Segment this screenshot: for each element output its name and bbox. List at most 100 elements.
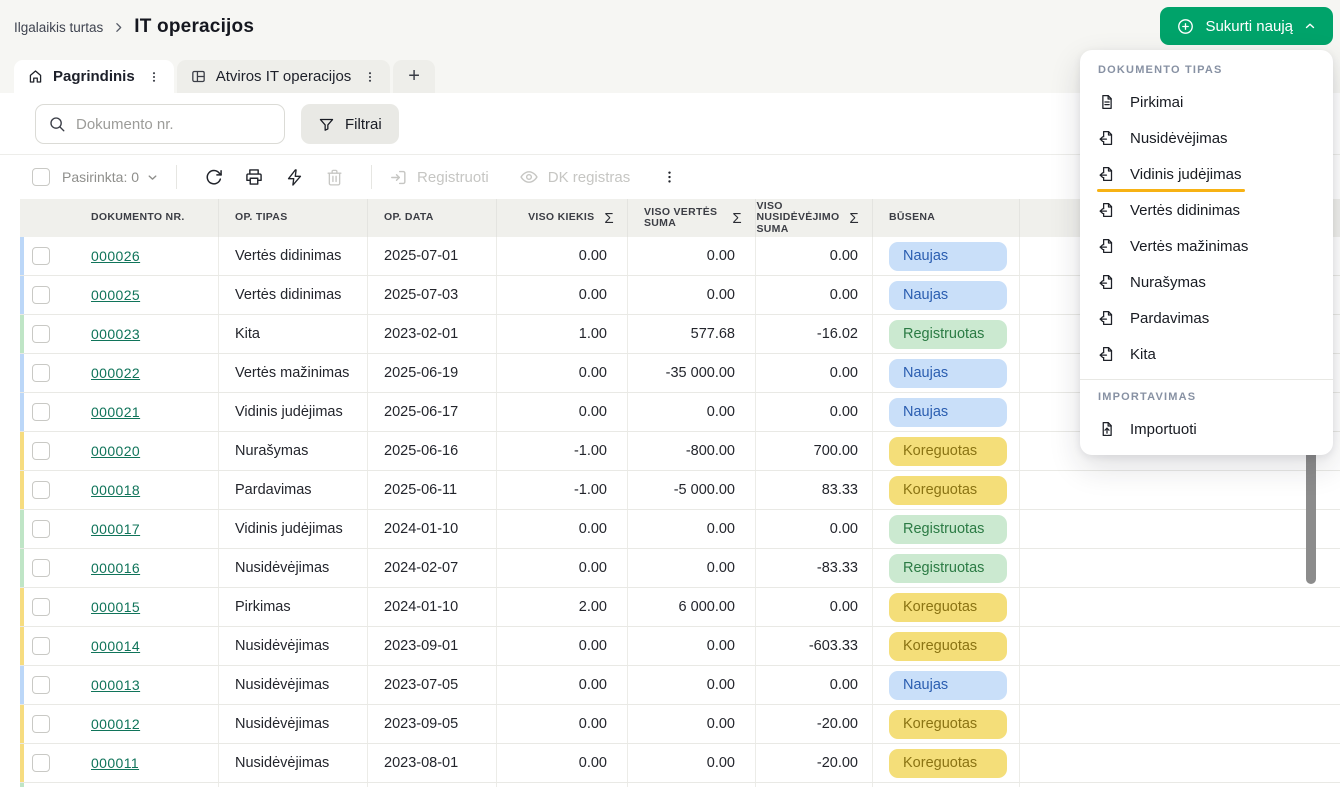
empty-cell bbox=[1020, 666, 1340, 704]
search-input[interactable] bbox=[76, 116, 272, 133]
row-checkbox[interactable] bbox=[32, 481, 50, 499]
row-checkbox[interactable] bbox=[32, 637, 50, 655]
document-link[interactable]: 000026 bbox=[91, 248, 140, 264]
depreciation-cell: -83.33 bbox=[756, 549, 873, 587]
refresh-button[interactable] bbox=[194, 161, 234, 193]
date-cell: 2023-08-01 bbox=[368, 744, 497, 782]
status-cell: Koreguotas bbox=[873, 588, 1020, 626]
document-link[interactable]: 000011 bbox=[91, 755, 139, 771]
delete-button[interactable] bbox=[314, 161, 354, 193]
status-badge: Registruotas bbox=[889, 320, 1007, 349]
select-all-checkbox[interactable] bbox=[32, 168, 50, 186]
row-checkbox[interactable] bbox=[32, 676, 50, 694]
row-checkbox[interactable] bbox=[32, 754, 50, 772]
row-checkbox[interactable] bbox=[32, 247, 50, 265]
menu-item[interactable]: Pirkimai bbox=[1080, 84, 1333, 120]
status-strip bbox=[20, 237, 24, 275]
depreciation-cell: 0.00 bbox=[756, 237, 873, 275]
filter-button[interactable]: Filtrai bbox=[301, 104, 399, 144]
column-header-qty[interactable]: VISO KIEKISΣ bbox=[497, 199, 628, 237]
document-link[interactable]: 000015 bbox=[91, 599, 140, 615]
document-link[interactable]: 000017 bbox=[91, 521, 140, 537]
value-cell: 0.00 bbox=[628, 627, 756, 665]
checkbox-cell bbox=[20, 315, 75, 353]
breadcrumb-parent-link[interactable]: Ilgalaikis turtas bbox=[14, 20, 103, 35]
register-button[interactable]: Registruoti bbox=[389, 168, 489, 187]
qty-cell: 2.00 bbox=[497, 588, 628, 626]
table-row: 000018 Pardavimas 2025-06-11 -1.00 -5 00… bbox=[20, 471, 1340, 510]
menu-item[interactable]: Vertės mažinimas bbox=[1080, 228, 1333, 264]
column-header-depreciation[interactable]: VISO NUSIDĖVĖJIMO SUMAΣ bbox=[756, 199, 873, 237]
sum-icon[interactable]: Σ bbox=[849, 210, 859, 227]
sum-icon[interactable]: Σ bbox=[604, 210, 614, 227]
lightning-button[interactable] bbox=[274, 161, 314, 193]
document-link[interactable]: 000022 bbox=[91, 365, 140, 381]
document-link[interactable]: 000016 bbox=[91, 560, 140, 576]
document-cell: 000018 bbox=[75, 471, 219, 509]
document-link[interactable]: 000012 bbox=[91, 716, 140, 732]
type-cell: Vidinis judėjimas bbox=[219, 510, 368, 548]
document-link[interactable]: 000020 bbox=[91, 443, 140, 459]
column-header-value[interactable]: VISO VERTĖS SUMAΣ bbox=[628, 199, 756, 237]
filter-funnel-icon bbox=[318, 116, 335, 133]
row-checkbox[interactable] bbox=[32, 325, 50, 343]
depreciation-cell: 0.00 bbox=[756, 276, 873, 314]
row-checkbox[interactable] bbox=[32, 520, 50, 538]
row-checkbox[interactable] bbox=[32, 364, 50, 382]
menu-section-label: IMPORTAVIMAS bbox=[1080, 389, 1333, 403]
document-link[interactable]: 000018 bbox=[91, 482, 140, 498]
column-header-document[interactable]: DOKUMENTO NR. bbox=[75, 199, 219, 237]
menu-item[interactable]: Kita bbox=[1080, 336, 1333, 372]
tab-pagrindinis[interactable]: Pagrindinis bbox=[14, 60, 174, 93]
column-header-status[interactable]: BŪSENA bbox=[873, 199, 1020, 237]
tab-menu-kebab-icon[interactable] bbox=[144, 69, 164, 85]
row-checkbox[interactable] bbox=[32, 559, 50, 577]
date-cell: 2025-06-11 bbox=[368, 471, 497, 509]
toolbar-kebab-icon[interactable] bbox=[662, 168, 677, 186]
menu-item[interactable]: Vertės didinimas bbox=[1080, 192, 1333, 228]
tab-menu-kebab-icon[interactable] bbox=[360, 69, 380, 85]
chevron-down-icon[interactable] bbox=[146, 171, 159, 184]
type-cell: Pirkimas bbox=[219, 588, 368, 626]
type-cell bbox=[219, 783, 368, 787]
document-cell: 000017 bbox=[75, 510, 219, 548]
table-row: 000014 Nusidėvėjimas 2023-09-01 0.00 0.0… bbox=[20, 627, 1340, 666]
status-cell: Koreguotas bbox=[873, 432, 1020, 470]
document-link[interactable]: 000025 bbox=[91, 287, 140, 303]
document-cell: 000014 bbox=[75, 627, 219, 665]
selected-count-label[interactable]: Pasirinkta: 0 bbox=[62, 169, 139, 185]
row-checkbox[interactable] bbox=[32, 598, 50, 616]
document-link[interactable]: 000013 bbox=[91, 677, 140, 693]
sum-icon[interactable]: Σ bbox=[732, 210, 742, 227]
dk-register-button[interactable]: DK registras bbox=[519, 167, 631, 187]
tab-atviros-it-operacijos[interactable]: Atviros IT operacijos bbox=[177, 60, 391, 93]
row-checkbox[interactable] bbox=[32, 715, 50, 733]
qty-cell: 0.00 bbox=[497, 237, 628, 275]
row-checkbox[interactable] bbox=[32, 403, 50, 421]
row-checkbox[interactable] bbox=[32, 286, 50, 304]
document-link[interactable]: 000021 bbox=[91, 404, 140, 420]
menu-item-importuoti[interactable]: Importuoti bbox=[1080, 411, 1333, 447]
menu-item[interactable]: Pardavimas bbox=[1080, 300, 1333, 336]
value-cell: 0.00 bbox=[628, 237, 756, 275]
create-new-button[interactable]: Sukurti naują bbox=[1160, 7, 1333, 45]
menu-item[interactable]: Nusidėvėjimas bbox=[1080, 120, 1333, 156]
status-strip bbox=[20, 510, 24, 548]
column-header-type[interactable]: OP. TIPAS bbox=[219, 199, 368, 237]
value-cell: -35 000.00 bbox=[628, 354, 756, 392]
print-button[interactable] bbox=[234, 161, 274, 193]
status-strip bbox=[20, 588, 24, 626]
document-link[interactable]: 000023 bbox=[91, 326, 140, 342]
menu-item[interactable]: Vidinis judėjimas bbox=[1080, 156, 1333, 192]
value-cell: 0.00 bbox=[628, 666, 756, 704]
add-tab-button[interactable]: + bbox=[393, 60, 435, 93]
breadcrumb: Ilgalaikis turtas IT operacijos bbox=[14, 16, 254, 38]
status-badge: Naujas bbox=[889, 359, 1007, 388]
menu-item[interactable]: Nurašymas bbox=[1080, 264, 1333, 300]
scrollbar-thumb[interactable] bbox=[1306, 444, 1316, 584]
document-cell: 000023 bbox=[75, 315, 219, 353]
document-link[interactable]: 000014 bbox=[91, 638, 140, 654]
row-checkbox[interactable] bbox=[32, 442, 50, 460]
qty-cell: 0.00 bbox=[497, 276, 628, 314]
column-header-date[interactable]: OP. DATA bbox=[368, 199, 497, 237]
